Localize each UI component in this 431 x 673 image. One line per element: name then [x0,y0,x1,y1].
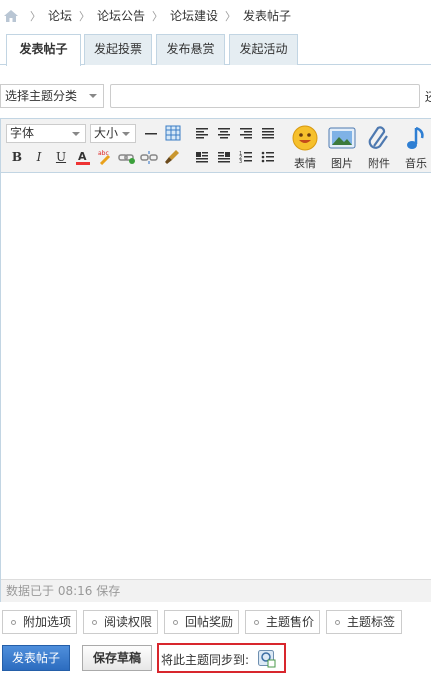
breadcrumb-item-announcements[interactable]: 论坛公告 [97,7,145,24]
tab-new-activity[interactable]: 发起活动 [229,34,298,65]
post-options: 附加选项 阅读权限 回帖奖励 主题售价 主题标签 [0,610,431,634]
breadcrumb: 〉 论坛 〉 论坛公告 〉 论坛建设 〉 发表帖子 [0,0,431,32]
bullet-icon [173,620,178,625]
tab-new-poll[interactable]: 发起投票 [84,34,152,65]
italic-button[interactable]: I [30,148,48,166]
emoticon-button[interactable]: 表情 [287,123,323,170]
bullet-icon [92,620,97,625]
category-select[interactable]: 选择主题分类 [0,84,104,108]
unlink-icon[interactable] [140,148,158,166]
size-select[interactable]: 大小 [90,124,136,143]
underline-button[interactable]: U [52,148,70,166]
chevron-down-icon [122,132,130,136]
autosave-status: 数据已于 08:16 保存 [1,579,431,602]
sync-highlight-box: 将此主题同步到: [157,643,286,673]
tab-new-post[interactable]: 发表帖子 [6,34,81,66]
option-reply-reward[interactable]: 回帖奖励 [164,610,239,634]
svg-text:A: A [78,150,87,163]
emoticon-label: 表情 [294,157,316,170]
subject-hint: 还 [425,88,431,105]
music-button[interactable]: 音乐 [398,123,431,170]
music-label: 音乐 [405,157,427,170]
chevron-down-icon [72,132,80,136]
submit-post-button[interactable]: 发表帖子 [2,645,70,671]
bullet-icon [335,620,340,625]
breadcrumb-separator: 〉 [225,9,237,23]
format-brush-icon[interactable] [163,148,181,166]
tab-new-reward[interactable]: 发布悬赏 [156,34,225,65]
save-draft-button[interactable]: 保存草稿 [82,645,152,671]
sync-weibo-icon[interactable] [258,650,276,668]
image-button[interactable]: 图片 [324,123,360,170]
link-icon[interactable] [118,148,136,166]
home-icon[interactable] [3,9,19,23]
ordered-list-icon[interactable]: 123 [237,148,255,166]
subject-input[interactable] [110,84,420,108]
bullet-icon [254,620,259,625]
breadcrumb-separator: 〉 [79,9,91,23]
font-select[interactable]: 字体 [6,124,86,143]
editor-toolbar: 字体 大小 B I U A abc 1 2 3 表情 图片 附件 音乐 [1,119,431,173]
breadcrumb-item-construction[interactable]: 论坛建设 [170,7,218,24]
option-extra[interactable]: 附加选项 [2,610,77,634]
option-read-permission-label: 阅读权限 [104,615,153,629]
rich-text-editor: 字体 大小 B I U A abc 1 2 3 表情 图片 附件 音乐 数据已于… [0,118,431,602]
breadcrumb-item-forum[interactable]: 论坛 [48,7,72,24]
attachment-button[interactable]: 附件 [361,123,397,170]
post-type-tabs: 发表帖子 发起投票 发布悬赏 发起活动 [0,32,431,66]
paperclip-icon [368,126,388,149]
align-center-icon[interactable] [215,124,233,142]
attachment-label: 附件 [368,157,390,170]
size-select-label: 大小 [94,126,119,140]
spellcheck-icon[interactable]: abc [96,148,114,166]
bold-button[interactable]: B [8,148,26,166]
float-left-icon[interactable] [193,148,211,166]
horizontal-rule-icon[interactable] [142,124,160,142]
unordered-list-icon[interactable] [259,148,277,166]
option-price-label: 主题售价 [266,615,315,629]
subject-row: 选择主题分类 还 [0,84,431,110]
breadcrumb-separator: 〉 [152,9,164,23]
align-justify-icon[interactable] [259,124,277,142]
chevron-down-icon [89,94,97,98]
option-reply-reward-label: 回帖奖励 [185,615,234,629]
image-icon [328,127,356,149]
breadcrumb-separator: 〉 [30,9,41,23]
float-right-icon[interactable] [215,148,233,166]
table-icon[interactable] [164,124,182,142]
option-price[interactable]: 主题售价 [245,610,320,634]
breadcrumb-item-current: 发表帖子 [243,9,292,23]
option-extra-label: 附加选项 [23,615,72,629]
align-left-icon[interactable] [193,124,211,142]
music-note-icon [407,126,424,149]
option-tags-label: 主题标签 [347,615,396,629]
font-select-label: 字体 [10,126,35,140]
align-right-icon[interactable] [237,124,255,142]
font-color-icon[interactable]: A [74,148,92,166]
form-actions: 发表帖子 保存草稿 将此主题同步到: [0,643,431,673]
category-select-label: 选择主题分类 [5,89,78,103]
option-read-permission[interactable]: 阅读权限 [83,610,158,634]
smiley-icon [292,125,318,151]
svg-text:3: 3 [239,159,242,164]
sync-label: 将此主题同步到: [161,653,250,667]
bullet-icon [11,620,16,625]
option-tags[interactable]: 主题标签 [326,610,402,634]
editor-content-area[interactable] [1,173,431,579]
image-label: 图片 [331,157,353,170]
